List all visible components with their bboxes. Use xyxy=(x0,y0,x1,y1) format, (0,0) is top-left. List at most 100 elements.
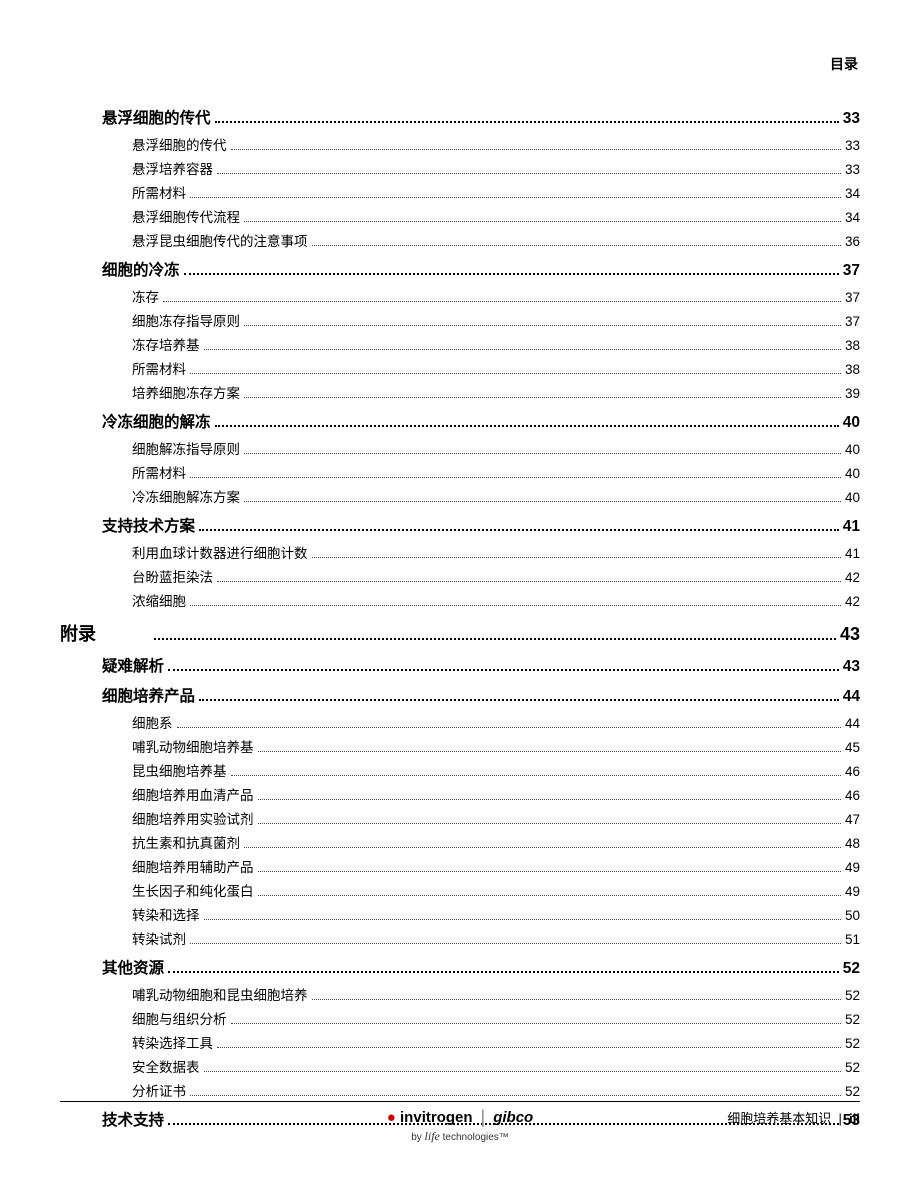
toc-entry-page: 33 xyxy=(843,110,860,128)
toc-entry: 昆虫细胞培养基46 xyxy=(132,760,860,780)
toc-entry-page: 43 xyxy=(840,624,860,645)
toc-entry-label: 冷冻细胞的解冻 xyxy=(102,410,211,432)
toc-entry-page: 33 xyxy=(845,138,860,153)
toc-leader-dots xyxy=(231,767,841,776)
toc-entry-label: 细胞解冻指导原则 xyxy=(132,438,240,458)
toc-leader-dots xyxy=(190,189,841,198)
toc-leader-dots xyxy=(217,573,841,582)
header-section-label: 目录 xyxy=(60,54,860,74)
toc-leader-dots xyxy=(204,911,841,920)
toc-entry-label: 疑难解析 xyxy=(102,654,164,676)
toc-entry-label: 细胞与组织分析 xyxy=(132,1008,227,1028)
toc-entry-page: 36 xyxy=(845,234,860,249)
toc-entry-label: 利用血球计数器进行细胞计数 xyxy=(132,542,308,562)
toc-entry-page: 50 xyxy=(845,908,860,923)
toc-entry-page: 46 xyxy=(845,788,860,803)
toc-entry-label: 悬浮细胞的传代 xyxy=(132,134,227,154)
toc-entry: 支持技术方案41 xyxy=(102,514,860,536)
footer-logos: ● invitrogen | gibco by life technologie… xyxy=(327,1108,594,1143)
toc-entry-page: 52 xyxy=(845,1060,860,1075)
toc-entry: 转染试剂51 xyxy=(132,928,860,948)
toc-entry: 细胞的冷冻37 xyxy=(102,258,860,280)
toc-leader-dots xyxy=(215,416,839,427)
toc-leader-dots xyxy=(244,493,841,502)
toc-entry-label: 悬浮细胞的传代 xyxy=(102,106,211,128)
toc-entry: 细胞培养用血清产品46 xyxy=(132,784,860,804)
brand-invitrogen: ● invitrogen xyxy=(387,1110,473,1127)
toc-entry: 冷冻细胞解冻方案40 xyxy=(132,486,860,506)
toc-entry: 冻存培养基 38 xyxy=(132,334,860,354)
toc-entry: 细胞解冻指导原则 40 xyxy=(132,438,860,458)
toc-entry-page: 52 xyxy=(845,1084,860,1099)
toc-leader-dots xyxy=(258,887,841,896)
toc-leader-dots xyxy=(199,690,839,701)
toc-entry-label: 所需材料 xyxy=(132,182,186,202)
toc-entry: 转染选择工具52 xyxy=(132,1032,860,1052)
toc-leader-dots xyxy=(190,1087,841,1096)
toc-entry: 所需材料38 xyxy=(132,358,860,378)
toc-entry: 悬浮昆虫细胞传代的注意事项36 xyxy=(132,230,860,250)
toc-entry: 浓缩细胞 42 xyxy=(132,590,860,610)
table-of-contents: 悬浮细胞的传代 33 悬浮细胞的传代 33 悬浮培养容器 33 所需材料 34 悬浮细胞传代流程… xyxy=(102,106,860,1130)
toc-entry-page: 39 xyxy=(845,386,860,401)
toc-entry-page: 42 xyxy=(845,570,860,585)
toc-entry-page: 40 xyxy=(845,442,860,457)
toc-entry-label: 悬浮细胞传代流程 xyxy=(132,206,240,226)
toc-entry-page: 48 xyxy=(845,836,860,851)
footer-page-info: 细胞培养基本知识 | iii xyxy=(727,1109,860,1126)
toc-entry-page: 34 xyxy=(845,186,860,201)
toc-entry-page: 33 xyxy=(845,162,860,177)
toc-leader-dots xyxy=(231,141,841,150)
toc-entry-label: 所需材料 xyxy=(132,462,186,482)
toc-entry-label: 细胞冻存指导原则 xyxy=(132,310,240,330)
toc-leader-dots xyxy=(217,1039,841,1048)
toc-leader-dots xyxy=(244,317,841,326)
toc-entry: 细胞与组织分析52 xyxy=(132,1008,860,1028)
toc-entry-label: 抗生素和抗真菌剂 xyxy=(132,832,240,852)
toc-entry-label: 细胞培养产品 xyxy=(102,684,195,706)
toc-entry-label: 支持技术方案 xyxy=(102,514,195,536)
toc-entry-page: 40 xyxy=(843,414,860,432)
toc-entry-page: 46 xyxy=(845,764,860,779)
toc-entry-page: 37 xyxy=(845,314,860,329)
toc-leader-dots xyxy=(217,165,841,174)
toc-entry-label: 冻存培养基 xyxy=(132,334,200,354)
toc-entry: 悬浮细胞的传代 33 xyxy=(102,106,860,128)
toc-entry-label: 转染和选择 xyxy=(132,904,200,924)
toc-leader-dots xyxy=(190,597,841,606)
toc-leader-dots xyxy=(204,1063,841,1072)
toc-entry-page: 40 xyxy=(845,466,860,481)
toc-entry-page: 38 xyxy=(845,338,860,353)
toc-entry: 细胞培养用实验试剂47 xyxy=(132,808,860,828)
toc-leader-dots xyxy=(231,1015,841,1024)
toc-entry-page: 42 xyxy=(845,594,860,609)
toc-entry-label: 台盼蓝拒染法 xyxy=(132,566,213,586)
toc-leader-dots xyxy=(244,445,841,454)
toc-entry-page: 52 xyxy=(843,960,860,978)
toc-entry-label: 冷冻细胞解冻方案 xyxy=(132,486,240,506)
toc-entry-page: 51 xyxy=(845,932,860,947)
brand-gibco: gibco xyxy=(493,1110,533,1127)
toc-entry: 疑难解析43 xyxy=(102,654,860,676)
toc-leader-dots xyxy=(312,991,841,1000)
toc-entry-label: 悬浮培养容器 xyxy=(132,158,213,178)
toc-entry: 分析证书52 xyxy=(132,1080,860,1100)
toc-entry-label: 浓缩细胞 xyxy=(132,590,186,610)
toc-entry-label: 转染选择工具 xyxy=(132,1032,213,1052)
toc-entry: 悬浮细胞传代流程34 xyxy=(132,206,860,226)
toc-leader-dots xyxy=(258,791,841,800)
toc-entry-page: 41 xyxy=(845,546,860,561)
toc-leader-dots xyxy=(258,743,841,752)
toc-entry-label: 所需材料 xyxy=(132,358,186,378)
toc-entry-page: 49 xyxy=(845,884,860,899)
toc-leader-dots xyxy=(163,293,841,302)
toc-entry: 附录43 xyxy=(60,620,860,646)
toc-entry: 细胞培养产品44 xyxy=(102,684,860,706)
toc-entry: 其他资源52 xyxy=(102,956,860,978)
toc-entry: 生长因子和纯化蛋白49 xyxy=(132,880,860,900)
toc-entry-label: 细胞的冷冻 xyxy=(102,258,180,280)
toc-entry: 抗生素和抗真菌剂 48 xyxy=(132,832,860,852)
toc-entry: 培养细胞冻存方案39 xyxy=(132,382,860,402)
toc-entry: 细胞系44 xyxy=(132,712,860,732)
footer-divider xyxy=(60,1101,860,1102)
